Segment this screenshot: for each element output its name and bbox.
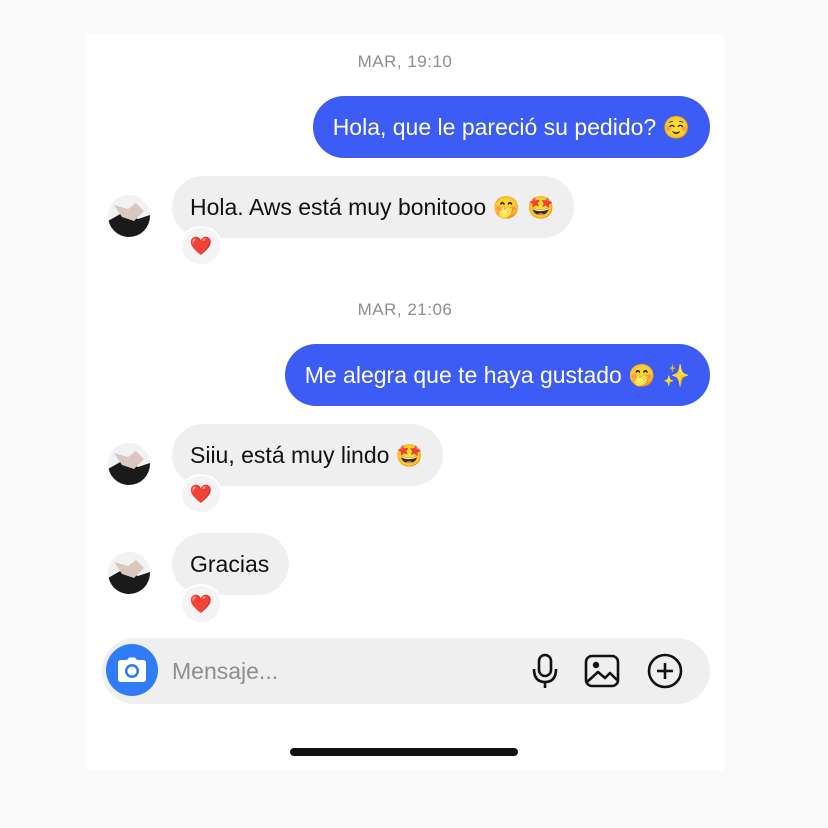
message-emoji: 🤭 🤩 (492, 196, 555, 221)
chat-screen: MAR, 19:10 Hola, que le pareció su pedid… (86, 34, 724, 770)
reaction-badge[interactable]: ❤️ (180, 584, 222, 624)
message-bubble-outgoing[interactable]: Hola, que le pareció su pedido? ☺️ (312, 96, 710, 158)
home-indicator[interactable] (290, 748, 518, 756)
message-emoji: ☺️ (662, 116, 690, 141)
message-emoji: 🤭 ✨ (628, 364, 690, 389)
avatar[interactable] (108, 552, 150, 594)
camera-button[interactable] (106, 644, 158, 696)
heart-reaction-icon: ❤️ (189, 483, 213, 505)
microphone-icon[interactable] (526, 652, 564, 690)
message-text: Gracias (190, 551, 270, 577)
avatar-photo (108, 443, 150, 485)
camera-icon (118, 657, 146, 682)
timestamp: MAR, 19:10 (357, 52, 453, 71)
heart-reaction-icon: ❤️ (189, 593, 213, 615)
plus-circle-icon[interactable] (646, 652, 684, 690)
avatar[interactable] (108, 195, 150, 237)
message-text: Me alegra que te haya gustado (304, 362, 622, 388)
message-composer[interactable]: Mensaje... (102, 638, 710, 704)
message-bubble-incoming[interactable]: Hola. Aws está muy bonitooo 🤭 🤩 (172, 176, 575, 238)
avatar-photo (108, 195, 150, 237)
heart-reaction-icon: ❤️ (189, 235, 213, 257)
image-icon[interactable] (583, 652, 621, 690)
message-text: Hola. Aws está muy bonitooo (190, 194, 487, 220)
message-bubble-outgoing[interactable]: Me alegra que te haya gustado 🤭 ✨ (284, 344, 710, 406)
reaction-badge[interactable]: ❤️ (180, 226, 222, 266)
message-emoji: 🤩 (395, 444, 424, 469)
avatar-photo (108, 552, 150, 594)
avatar[interactable] (108, 443, 150, 485)
reaction-badge[interactable]: ❤️ (180, 474, 222, 514)
message-text: Siiu, está muy lindo (190, 442, 390, 468)
message-text: Hola, que le pareció su pedido? (332, 114, 657, 140)
message-input[interactable]: Mensaje... (172, 638, 278, 704)
timestamp: MAR, 21:06 (357, 300, 453, 319)
